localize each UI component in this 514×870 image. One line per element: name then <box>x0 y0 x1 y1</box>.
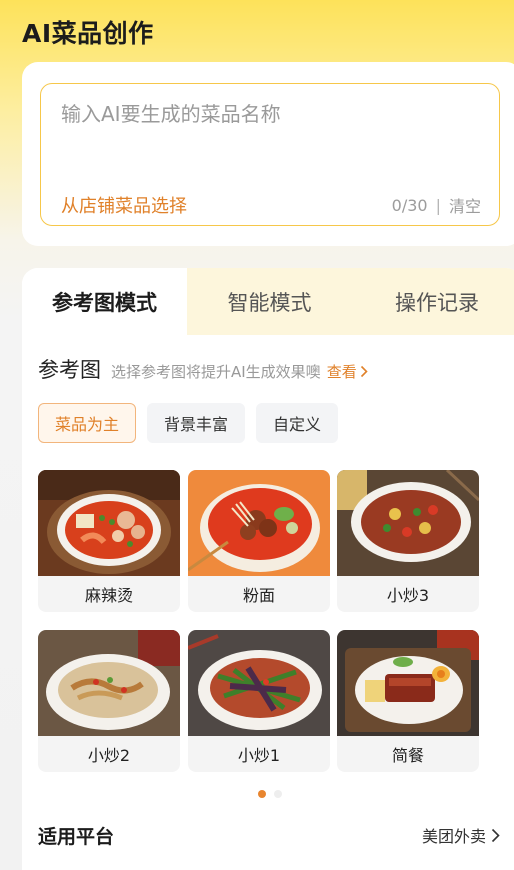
counter-separator: | <box>435 195 441 215</box>
reference-tile[interactable]: 简餐 <box>337 630 479 772</box>
reference-tile[interactable]: 麻辣烫 <box>38 470 180 612</box>
page-title: AI菜品创作 <box>22 19 154 48</box>
noodle-bowl-photo <box>188 470 330 576</box>
reference-tile[interactable]: 粉面 <box>188 470 330 612</box>
reference-tile[interactable]: 小炒2 <box>38 630 180 772</box>
platform-title: 适用平台 <box>38 825 115 848</box>
simple-meal-photo <box>337 630 479 736</box>
reference-tile[interactable]: 小炒3 <box>337 470 479 612</box>
tile-caption: 小炒3 <box>386 586 430 605</box>
chip-dish-focus[interactable]: 菜品为主 <box>38 403 137 443</box>
stir-fry-2-photo <box>38 630 180 736</box>
platform-selector[interactable]: 美团外卖 <box>422 823 500 847</box>
char-counter: 0/30 <box>391 195 428 215</box>
reference-title: 参考图 <box>38 358 101 382</box>
style-chips: 菜品为主 背景丰富 自定义 <box>38 403 339 443</box>
platform-value: 美团外卖 <box>421 827 486 846</box>
dish-input-box[interactable]: 从店铺菜品选择 0/30 | 清空 <box>40 83 500 226</box>
dish-input-card: 从店铺菜品选择 0/30 | 清空 <box>22 62 514 246</box>
view-reference-link[interactable]: 查看 <box>327 361 368 382</box>
carousel-pagination <box>258 790 282 798</box>
mode-tabs: 参考图模式 智能模式 操作记录 <box>22 268 514 335</box>
tile-caption: 简餐 <box>391 746 424 765</box>
reference-header: 参考图 选择参考图将提升AI生成效果噢 查看 <box>38 354 368 384</box>
tab-history[interactable]: 操作记录 <box>352 268 514 335</box>
tile-caption: 粉面 <box>242 586 275 605</box>
tile-caption: 麻辣烫 <box>84 586 133 605</box>
stir-fry-3-photo <box>337 470 479 576</box>
chevron-right-icon <box>491 828 500 842</box>
reference-hint: 选择参考图将提升AI生成效果噢 <box>111 363 321 381</box>
input-counter-row: 0/30 | 清空 <box>392 193 481 217</box>
tab-smart-mode[interactable]: 智能模式 <box>187 268 352 335</box>
page-dot[interactable] <box>274 790 282 798</box>
clear-button[interactable]: 清空 <box>449 193 481 217</box>
choose-from-store-link[interactable]: 从店铺菜品选择 <box>61 192 187 218</box>
tab-reference-mode[interactable]: 参考图模式 <box>22 268 187 335</box>
spicy-hotpot-photo <box>38 470 180 576</box>
tile-caption: 小炒2 <box>87 746 131 765</box>
chip-rich-background[interactable]: 背景丰富 <box>147 403 246 443</box>
tile-caption: 小炒1 <box>237 746 281 765</box>
chip-custom[interactable]: 自定义 <box>256 403 339 443</box>
view-link-label: 查看 <box>326 363 357 381</box>
page-dot-active[interactable] <box>258 790 266 798</box>
platform-row[interactable]: 适用平台 美团外卖 <box>38 820 500 850</box>
reference-tile[interactable]: 小炒1 <box>188 630 330 772</box>
generation-panel: 参考图模式 智能模式 操作记录 参考图 选择参考图将提升AI生成效果噢 查看 菜… <box>22 268 514 870</box>
dish-name-input[interactable] <box>61 98 481 158</box>
stir-fry-1-photo <box>188 630 330 736</box>
chevron-right-icon <box>360 365 368 378</box>
